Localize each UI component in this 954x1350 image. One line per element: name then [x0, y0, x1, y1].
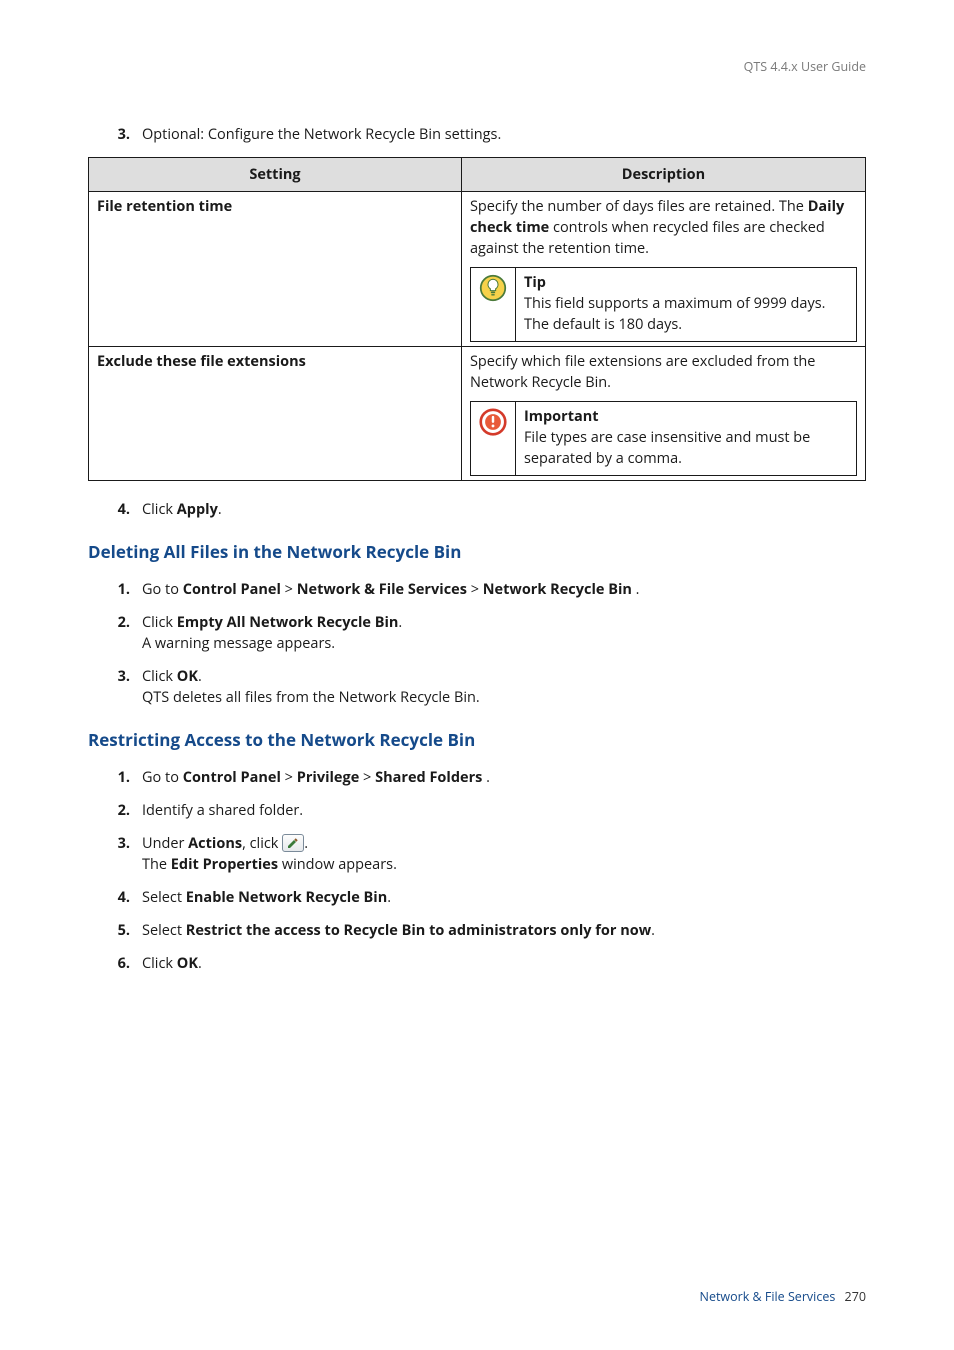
col-description: Description — [461, 158, 865, 192]
step-text: Go to Control Panel > Privilege > Shared… — [136, 767, 866, 788]
step-number: 2. — [102, 612, 136, 654]
setting-description: Specify the number of days files are ret… — [461, 192, 865, 347]
list-item: 6.Click OK. — [102, 953, 866, 974]
list-item: 3.Click OK.QTS deletes all files from th… — [102, 666, 866, 708]
step-number: 1. — [102, 579, 136, 600]
step-text: Click Apply. — [136, 499, 866, 520]
step-number: 6. — [102, 953, 136, 974]
alert-icon — [471, 402, 515, 442]
callout-body: This field supports a maximum of 9999 da… — [524, 293, 848, 335]
setting-description: Specify which file extensions are exclud… — [461, 347, 865, 481]
important-text: Important File types are case insensitiv… — [515, 402, 856, 475]
delete-steps-list: 1.Go to Control Panel > Network & File S… — [88, 579, 866, 708]
setting-name: File retention time — [89, 192, 462, 347]
list-item: 5.Select Restrict the access to Recycle … — [102, 920, 866, 941]
step-text: Optional: Configure the Network Recycle … — [136, 124, 866, 145]
step-subtext: QTS deletes all files from the Network R… — [142, 687, 866, 708]
callout-title: Important — [524, 406, 848, 427]
step-number: 1. — [102, 767, 136, 788]
step-text: Select Enable Network Recycle Bin. — [136, 887, 866, 908]
table-row: Exclude these file extensions Specify wh… — [89, 347, 866, 481]
tip-text: Tip This field supports a maximum of 999… — [515, 268, 856, 341]
step-number: 5. — [102, 920, 136, 941]
step-text: Click OK. — [136, 953, 866, 974]
step-text: Identify a shared folder. — [136, 800, 866, 821]
page-content: QTS 4.4.x User Guide 3. Optional: Config… — [0, 0, 954, 974]
callout-title: Tip — [524, 272, 848, 293]
step-number: 3. — [102, 833, 136, 875]
step-subtext: A warning message appears. — [142, 633, 866, 654]
list-item: 4.Select Enable Network Recycle Bin. — [102, 887, 866, 908]
restrict-steps-list: 1.Go to Control Panel > Privilege > Shar… — [88, 767, 866, 974]
desc-text: Specify which file extensions are exclud… — [470, 351, 857, 393]
col-setting: Setting — [89, 158, 462, 192]
step-number: 3. — [102, 124, 136, 145]
list-item: 1.Go to Control Panel > Privilege > Shar… — [102, 767, 866, 788]
step-4-apply: 4. Click Apply. — [102, 499, 866, 520]
callout-body: File types are case insensitive and must… — [524, 427, 848, 469]
header-guide-title: QTS 4.4.x User Guide — [88, 58, 866, 76]
setting-name: Exclude these file extensions — [89, 347, 462, 481]
list-item: 2.Identify a shared folder. — [102, 800, 866, 821]
section-title-deleting: Deleting All Files in the Network Recycl… — [88, 540, 866, 565]
step-text: Click OK.QTS deletes all files from the … — [136, 666, 866, 708]
lightbulb-icon — [471, 268, 515, 308]
list-item: 1.Go to Control Panel > Network & File S… — [102, 579, 866, 600]
settings-table: Setting Description File retention time … — [88, 157, 866, 481]
list-item: 2.Click Empty All Network Recycle Bin.A … — [102, 612, 866, 654]
desc-text: Specify the number of days files are ret… — [470, 196, 857, 259]
footer-page-number: 270 — [845, 1288, 866, 1305]
step-number: 4. — [102, 887, 136, 908]
footer-section: Network & File Services — [700, 1288, 836, 1305]
page-footer: Network & File Services 270 — [700, 1288, 866, 1306]
list-item: 3.Under Actions, click .The Edit Propert… — [102, 833, 866, 875]
step-text: Go to Control Panel > Network & File Ser… — [136, 579, 866, 600]
step-text: Click Empty All Network Recycle Bin.A wa… — [136, 612, 866, 654]
edit-properties-icon — [282, 834, 304, 852]
important-callout: Important File types are case insensitiv… — [470, 401, 857, 476]
step-number: 4. — [102, 499, 136, 520]
step-number: 2. — [102, 800, 136, 821]
step-text: Select Restrict the access to Recycle Bi… — [136, 920, 866, 941]
section-title-restricting: Restricting Access to the Network Recycl… — [88, 728, 866, 753]
table-row: File retention time Specify the number o… — [89, 192, 866, 347]
step-subtext: The Edit Properties window appears. — [142, 854, 866, 875]
step-number: 3. — [102, 666, 136, 708]
tip-callout: Tip This field supports a maximum of 999… — [470, 267, 857, 342]
table-header-row: Setting Description — [89, 158, 866, 192]
step-text: Under Actions, click .The Edit Propertie… — [136, 833, 866, 875]
step-3-configure: 3. Optional: Configure the Network Recyc… — [102, 124, 866, 145]
